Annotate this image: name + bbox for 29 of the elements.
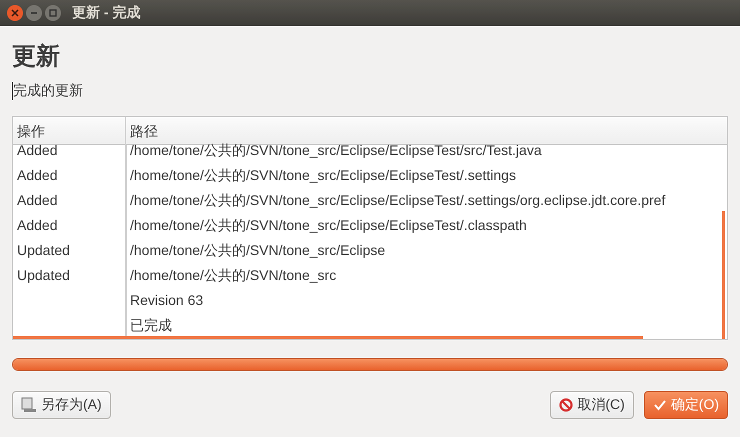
table-cell-text: Added — [16, 141, 58, 160]
table-cell-text: /home/tone/公共的/SVN/tone_src/Eclipse/EclipseTest/.settings/org.eclipse.jdt.core.pref — [129, 191, 666, 210]
minimize-button[interactable] — [26, 5, 42, 21]
table-cell-text: /home/tone/公共的/SVN/tone_src/Eclipse/EclipseTest/.settings — [129, 166, 517, 185]
vertical-scrollbar[interactable] — [722, 211, 725, 339]
heading: 更新 — [12, 42, 60, 72]
table-cell-text: /home/tone/公共的/SVN/tone_src — [129, 266, 338, 285]
table-cell-text: Added — [16, 191, 58, 210]
table-cell-text: Revision 63 — [129, 291, 204, 310]
cancel-button[interactable]: 取消(C) — [550, 391, 634, 419]
save-button[interactable]: 另存为(A) — [12, 391, 111, 419]
save-icon — [21, 397, 37, 413]
table-cell-text: Updated — [16, 266, 71, 285]
table-cell-text: /home/tone/公共的/SVN/tone_src/Eclipse/EclipseTest/src/Test.java — [129, 141, 543, 160]
table-cell-text: 已完成 — [129, 316, 173, 335]
check-icon — [652, 398, 667, 412]
subtitle: 完成的更新 — [12, 82, 83, 100]
table-cell-text: Added — [16, 216, 58, 235]
column-header[interactable]: 路径 — [126, 117, 727, 144]
table-cell-text: Updated — [16, 241, 71, 260]
table-cell-text: /home/tone/公共的/SVN/tone_src/Eclipse/EclipseTest/.classpath — [129, 216, 528, 235]
table-cell-text: /home/tone/公共的/SVN/tone_src/Eclipse — [129, 241, 386, 260]
close-button[interactable] — [7, 5, 23, 21]
maximize-button[interactable] — [45, 5, 61, 21]
window-title: 更新 - 完成 — [72, 4, 140, 22]
column-header[interactable]: 操作 — [13, 117, 126, 144]
horizontal-scrollbar[interactable] — [13, 336, 643, 339]
cancel-icon — [559, 398, 574, 412]
table-cell-text: Added — [16, 166, 58, 185]
